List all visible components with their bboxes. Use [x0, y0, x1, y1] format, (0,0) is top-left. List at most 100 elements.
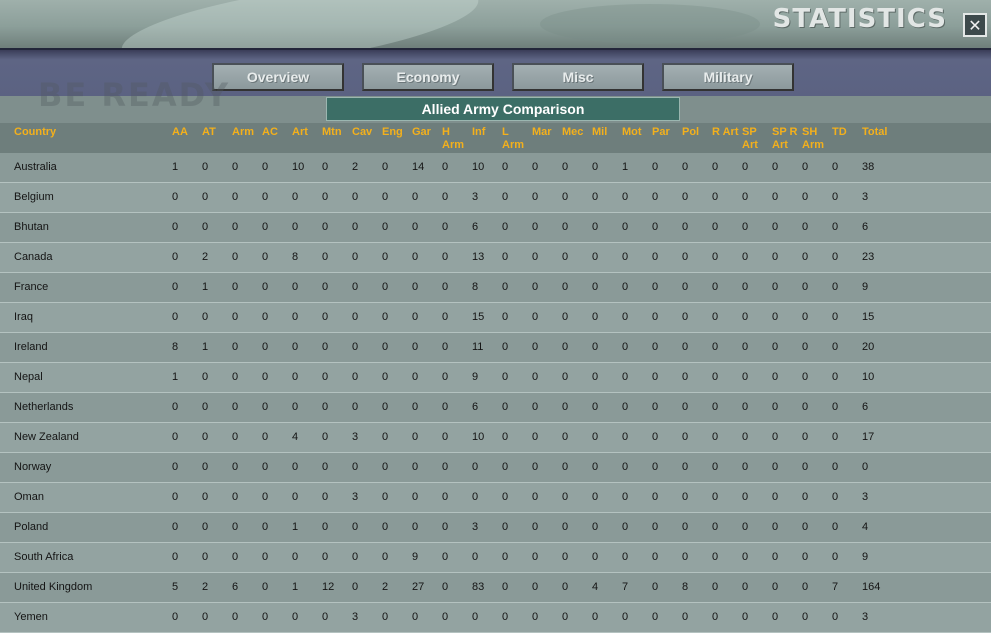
table-cell: 2 [382, 581, 389, 593]
table-row: Norway 0 0 0 0 0 0 0 0 0 0 0 0 0 0 0 0 0 0 0 0 0 0 0 0 [0, 453, 991, 483]
column-header[interactable]: AC [262, 126, 278, 139]
table-cell: 0 [502, 431, 509, 443]
table-cell: 0 [352, 371, 359, 383]
table-cell: 0 [322, 221, 329, 233]
table-cell: 0 [592, 371, 599, 383]
table-cell: 0 [202, 161, 209, 173]
table-cell: 0 [742, 611, 749, 623]
column-header[interactable]: Arm [232, 126, 254, 139]
title-bar: STATISTICS ✕ [0, 0, 991, 48]
table-cell: 0 [772, 611, 779, 623]
tab-overview[interactable]: Overview [212, 63, 344, 91]
table-cell: 0 [202, 551, 209, 563]
table-cell: 8 [472, 281, 479, 293]
table-cell: 0 [382, 551, 389, 563]
table-cell: 0 [682, 551, 689, 563]
table-cell: 0 [262, 281, 269, 293]
table-cell: 0 [232, 431, 239, 443]
column-header[interactable]: L Arm [502, 126, 524, 152]
table-cell: 0 [172, 191, 179, 203]
column-header[interactable]: Mec [562, 126, 583, 139]
table-cell: 0 [562, 431, 569, 443]
table-cell: 0 [562, 251, 569, 263]
table-cell: 0 [562, 551, 569, 563]
table-cell: 0 [292, 461, 299, 473]
table-cell: 3 [352, 491, 359, 503]
column-header[interactable]: Mot [622, 126, 642, 139]
table-cell: 0 [802, 401, 809, 413]
column-header[interactable]: TD [832, 126, 847, 139]
table-cell: 2 [202, 581, 209, 593]
table-cell: 0 [232, 281, 239, 293]
column-header[interactable]: Mil [592, 126, 607, 139]
table-cell: 0 [712, 311, 719, 323]
table-cell: 3 [862, 491, 869, 503]
column-header[interactable]: Cav [352, 126, 372, 139]
table-cell: 164 [862, 581, 881, 593]
column-header[interactable]: Par [652, 126, 670, 139]
table-cell: 0 [562, 341, 569, 353]
table-cell: 3 [862, 191, 869, 203]
table-cell: 5 [172, 581, 179, 593]
table-cell: 0 [232, 491, 239, 503]
table-cell: 3 [862, 611, 869, 623]
table-cell: 0 [802, 521, 809, 533]
table-cell: 0 [232, 551, 239, 563]
table-cell: 0 [382, 521, 389, 533]
column-header[interactable]: Gar [412, 126, 431, 139]
table-cell: 0 [832, 341, 839, 353]
column-header[interactable]: Country [14, 126, 56, 139]
table-cell: 0 [322, 551, 329, 563]
column-header[interactable]: Pol [682, 126, 699, 139]
tab-economy[interactable]: Economy [362, 63, 494, 91]
table-cell: 9 [472, 371, 479, 383]
table-cell: 0 [622, 401, 629, 413]
table-cell: 0 [622, 221, 629, 233]
table-cell: 0 [592, 341, 599, 353]
table-cell: 9 [862, 281, 869, 293]
column-header[interactable]: SP R Art [772, 126, 797, 152]
table-cell: 0 [802, 191, 809, 203]
table-cell: 0 [652, 431, 659, 443]
column-header[interactable]: SP Art [742, 126, 758, 152]
table-cell: 0 [412, 401, 419, 413]
table-cell: 0 [622, 521, 629, 533]
table-cell: 0 [292, 341, 299, 353]
tab-misc[interactable]: Misc [512, 63, 644, 91]
country-name: Iraq [14, 311, 33, 323]
close-button[interactable]: ✕ [963, 13, 987, 37]
column-header[interactable]: Art [292, 126, 308, 139]
column-header[interactable]: AA [172, 126, 188, 139]
table-cell: 0 [832, 551, 839, 563]
column-header[interactable]: SH Arm [802, 126, 824, 152]
table-cell: 0 [772, 191, 779, 203]
table-cell: 0 [652, 281, 659, 293]
table-cell: 0 [682, 431, 689, 443]
table-cell: 0 [712, 431, 719, 443]
table-cell: 1 [202, 281, 209, 293]
table-cell: 0 [502, 491, 509, 503]
column-header[interactable]: R Art [712, 126, 738, 139]
column-header[interactable]: Eng [382, 126, 403, 139]
table-cell: 0 [262, 401, 269, 413]
column-header[interactable]: Inf [472, 126, 485, 139]
column-header[interactable]: H Arm [442, 126, 464, 152]
table-cell: 0 [622, 461, 629, 473]
table-cell: 0 [262, 611, 269, 623]
table-cell: 0 [172, 491, 179, 503]
table-cell: 0 [472, 491, 479, 503]
table-cell: 0 [262, 431, 269, 443]
column-header[interactable]: Mtn [322, 126, 342, 139]
table-cell: 0 [412, 191, 419, 203]
table-cell: 0 [652, 581, 659, 593]
table-cell: 0 [592, 251, 599, 263]
background-map-texture [540, 4, 760, 44]
tab-military[interactable]: Military [662, 63, 794, 91]
table-cell: 0 [262, 371, 269, 383]
column-header[interactable]: Total [862, 126, 887, 139]
column-header[interactable]: Mar [532, 126, 552, 139]
table-cell: 0 [292, 551, 299, 563]
table-cell: 0 [532, 611, 539, 623]
table-cell: 0 [382, 221, 389, 233]
column-header[interactable]: AT [202, 126, 216, 139]
